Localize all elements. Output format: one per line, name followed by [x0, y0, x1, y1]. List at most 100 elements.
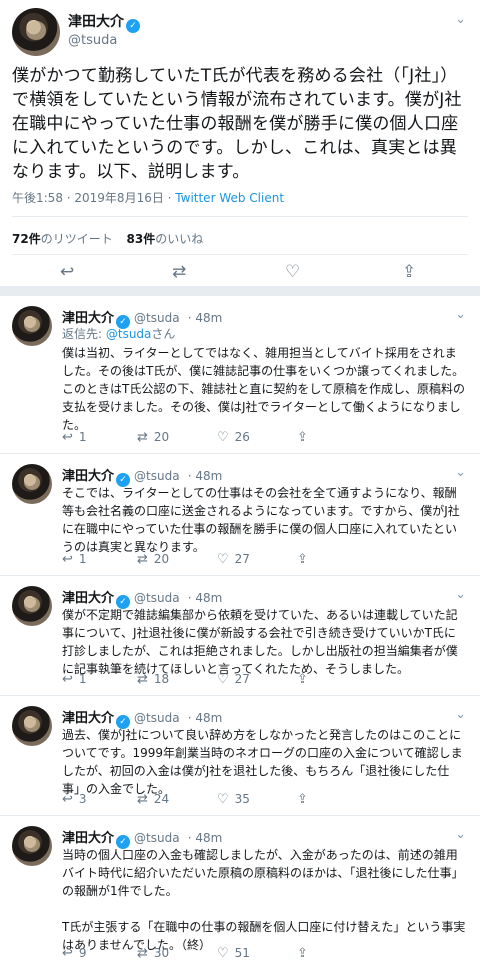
- author-handle[interactable]: @tsuda: [134, 311, 180, 325]
- like-count: 35: [234, 792, 250, 806]
- chevron-down-icon[interactable]: ⌄: [455, 465, 466, 480]
- reply-action[interactable]: ↩ 1: [62, 552, 87, 567]
- like-action[interactable]: ♡ 27: [217, 672, 250, 687]
- like-icon: ♡: [217, 552, 229, 567]
- reply-action[interactable]: ↩ 3: [62, 792, 87, 807]
- retweet-action[interactable]: ⇄ 20: [137, 552, 169, 567]
- chevron-down-icon[interactable]: ⌄: [455, 307, 466, 322]
- retweet-icon: ⇄: [137, 792, 148, 807]
- share-icon: ⇪: [297, 552, 308, 567]
- retweet-action[interactable]: ⇄ 18: [137, 672, 169, 687]
- reply-action[interactable]: ↩ 9: [62, 946, 87, 961]
- share-action[interactable]: ⇪: [297, 672, 314, 687]
- verified-badge-icon: ✓: [126, 19, 140, 33]
- author-avatar[interactable]: [12, 306, 52, 346]
- retweet-icon: ⇄: [137, 552, 148, 567]
- tweet-timestamp[interactable]: 午後1:58 · 2019年8月16日 ·: [12, 191, 175, 205]
- reply-text: 僕は当初、ライターとしてではなく、雑用担当としてバイト採用をされました。その後は…: [62, 346, 465, 432]
- author-handle[interactable]: @tsuda: [134, 469, 180, 483]
- like-action[interactable]: ♡ 27: [217, 552, 250, 567]
- author-handle[interactable]: @tsuda: [134, 711, 180, 725]
- reply-count: 1: [78, 430, 87, 444]
- share-icon: ⇪: [297, 792, 308, 807]
- reply-tweet[interactable]: 津田大介 ✓ @tsuda · 48m ⌄ 当時の個人口座の入金も確認しましたが、入…: [0, 816, 480, 969]
- reply-text: 当時の個人口座の入金も確認しましたが、入金があったのは、前述の雑用バイト時代に紹…: [62, 848, 466, 952]
- author-name[interactable]: 津田大介: [62, 469, 114, 484]
- like-action[interactable]: ♡ 26: [217, 430, 250, 445]
- like-action[interactable]: ♡ 51: [217, 946, 250, 961]
- chevron-down-icon[interactable]: ⌄: [455, 827, 466, 842]
- author-handle[interactable]: @tsuda: [134, 831, 180, 845]
- reply-time[interactable]: · 48m: [188, 469, 223, 483]
- tweet-text: 僕がかつて勤務していたT氏が代表を務める会社（「J社」）で横領をしていたという情…: [12, 66, 462, 182]
- reply-tweet[interactable]: 津田大介 ✓ @tsuda · 48m ⌄ そこでは、ライターとしての仕事はその会社…: [0, 454, 480, 576]
- reply-tweet[interactable]: 津田大介 ✓ @tsuda · 48m ⌄ 過去、僕がJ社について良い辞め方をしなか…: [0, 696, 480, 816]
- retweet-count: 30: [153, 946, 170, 960]
- likes-label: のいいね: [155, 232, 204, 246]
- author-avatar[interactable]: [12, 464, 52, 504]
- reply-time[interactable]: · 48m: [188, 831, 223, 845]
- reply-action[interactable]: ↩ 1: [62, 430, 87, 445]
- author-name[interactable]: 津田大介: [68, 14, 124, 30]
- like-icon[interactable]: ♡: [285, 262, 300, 282]
- share-action[interactable]: ⇪: [297, 430, 314, 445]
- retweet-count: 20: [153, 552, 170, 566]
- like-icon: ♡: [217, 430, 229, 445]
- reply-icon: ↩: [62, 430, 73, 445]
- chevron-down-icon[interactable]: ⌄: [455, 587, 466, 602]
- author-name[interactable]: 津田大介: [62, 591, 114, 606]
- like-count: 27: [234, 672, 250, 686]
- reply-text: 過去、僕がJ社について良い辞め方をしなかったと発言したのはこのことについてです。…: [62, 728, 463, 796]
- reply-count: 1: [78, 552, 87, 566]
- replying-to-handle[interactable]: @tsuda: [106, 327, 152, 341]
- reply-icon: ↩: [62, 672, 73, 687]
- retweet-icon: ⇄: [137, 946, 148, 961]
- like-count: 51: [234, 946, 250, 960]
- likes-stat[interactable]: 83件のいいね: [127, 232, 204, 246]
- retweet-icon[interactable]: ⇄: [172, 262, 186, 282]
- author-name[interactable]: 津田大介: [62, 831, 114, 846]
- share-icon[interactable]: ⇪: [402, 262, 416, 282]
- like-icon: ♡: [217, 792, 229, 807]
- reply-action[interactable]: ↩ 1: [62, 672, 87, 687]
- author-handle-row: @tsuda: [68, 29, 117, 48]
- author-name[interactable]: 津田大介: [62, 711, 114, 726]
- reply-time[interactable]: · 48m: [188, 311, 223, 325]
- retweet-action[interactable]: ⇄ 20: [137, 430, 169, 445]
- share-icon: ⇪: [297, 430, 308, 445]
- share-icon: ⇪: [297, 946, 308, 961]
- reply-actions: ↩ 9 ⇄ 30 ♡ 51 ⇪: [62, 946, 392, 964]
- reply-tweet[interactable]: 津田大介 ✓ @tsuda · 48m ⌄ 返信先: @tsudaさん 僕は当初、ラ…: [0, 296, 480, 454]
- replying-to: 返信先: @tsudaさん: [62, 325, 175, 342]
- reply-tweet[interactable]: 津田大介 ✓ @tsuda · 48m ⌄ 僕が不定期で雑誌編集部から依頼を受けてい…: [0, 576, 480, 696]
- reply-text: そこでは、ライターとしての仕事はその会社を全て通すようになり、報酬等も会社名義の…: [62, 486, 460, 554]
- author-avatar[interactable]: [12, 8, 60, 56]
- retweets-stat[interactable]: 72件のリツイート: [12, 232, 113, 246]
- author-avatar[interactable]: [12, 586, 52, 626]
- reply-time[interactable]: · 48m: [188, 591, 223, 605]
- reply-time[interactable]: · 48m: [188, 711, 223, 725]
- reply-actions: ↩ 3 ⇄ 24 ♡ 35 ⇪: [62, 792, 392, 810]
- share-action[interactable]: ⇪: [297, 792, 314, 807]
- divider: [12, 216, 468, 217]
- author-handle[interactable]: @tsuda: [134, 591, 180, 605]
- retweet-action[interactable]: ⇄ 24: [137, 792, 169, 807]
- author-handle[interactable]: @tsuda: [68, 33, 117, 48]
- author-avatar[interactable]: [12, 706, 52, 746]
- retweets-count: 72件: [12, 232, 41, 246]
- section-separator: [0, 286, 480, 296]
- author-name[interactable]: 津田大介: [62, 311, 114, 326]
- chevron-down-icon[interactable]: ⌄: [455, 707, 466, 722]
- tweet-client-link[interactable]: Twitter Web Client: [175, 191, 284, 205]
- share-action[interactable]: ⇪: [297, 946, 314, 961]
- reply-icon[interactable]: ↩: [60, 262, 74, 282]
- retweet-action[interactable]: ⇄ 30: [137, 946, 169, 961]
- main-tweet: 津田大介 ✓ @tsuda ⌄ 僕がかつて勤務していたT氏が代表を務める会社（「J…: [0, 0, 480, 294]
- replying-suffix: さん: [151, 327, 176, 341]
- tweet-stats: 72件のリツイート 83件のいいね: [12, 230, 203, 247]
- like-icon: ♡: [217, 672, 229, 687]
- author-avatar[interactable]: [12, 826, 52, 866]
- like-action[interactable]: ♡ 35: [217, 792, 250, 807]
- chevron-down-icon[interactable]: ⌄: [455, 12, 466, 27]
- share-action[interactable]: ⇪: [297, 552, 314, 567]
